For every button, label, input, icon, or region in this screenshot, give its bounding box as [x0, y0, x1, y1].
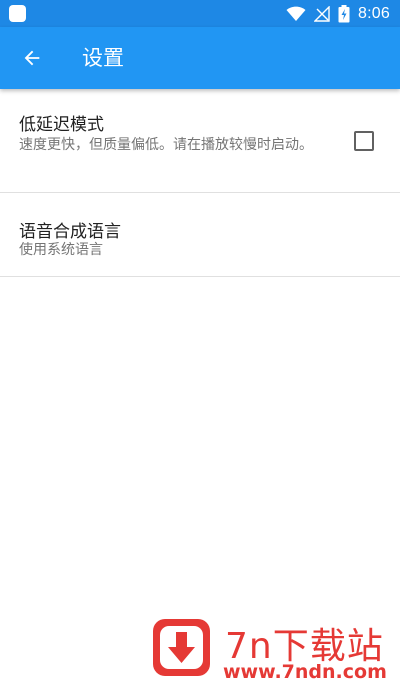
status-icons: 8:06: [286, 0, 390, 27]
page-title: 设置: [82, 46, 124, 70]
tts-language-item[interactable]: 语音合成语言 使用系统语言: [0, 193, 400, 277]
pref-summary: 速度更快，但质量偏低。请在播放较慢时启动。: [19, 137, 313, 153]
low-latency-checkbox[interactable]: [354, 131, 374, 151]
pref-summary: 使用系统语言: [19, 242, 103, 258]
toolbar: 设置: [0, 27, 400, 89]
low-latency-mode-item[interactable]: 低延迟模式 速度更快，但质量偏低。请在播放较慢时启动。: [0, 89, 400, 193]
wifi-icon: [286, 6, 306, 21]
pref-title: 语音合成语言: [19, 222, 121, 242]
status-bar: 8:06: [0, 0, 400, 27]
no-signal-icon: [314, 5, 330, 22]
pref-title: 低延迟模式: [19, 115, 104, 135]
preference-list: 低延迟模式 速度更快，但质量偏低。请在播放较慢时启动。 语音合成语言 使用系统语…: [0, 89, 400, 277]
app-notification-icon: [9, 5, 26, 22]
battery-charging-icon: [338, 4, 350, 22]
status-time: 8:06: [358, 4, 390, 22]
download-logo-icon: [153, 619, 210, 676]
watermark-url: www.7ndn.com: [223, 661, 387, 683]
back-button[interactable]: [10, 36, 54, 80]
watermark: 7n下载站 www.7ndn.com: [135, 605, 400, 700]
arrow-back-icon: [24, 50, 40, 66]
